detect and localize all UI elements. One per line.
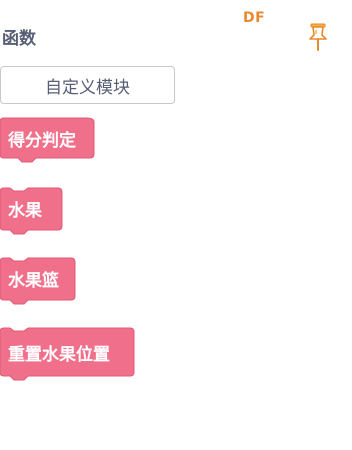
block-label: 得分判定: [8, 130, 76, 151]
block-fruit-basket[interactable]: 水果篮: [0, 257, 76, 306]
block-label: 水果: [8, 200, 42, 221]
block-label: 水果篮: [8, 270, 59, 291]
block-fruit[interactable]: 水果: [0, 187, 63, 236]
block-label: 重置水果位置: [8, 344, 110, 365]
df-logo: DF: [243, 10, 266, 26]
pin-icon[interactable]: [305, 20, 331, 54]
block-reset-fruit-position[interactable]: 重置水果位置: [0, 327, 135, 381]
block-score-judge[interactable]: 得分判定: [0, 117, 95, 164]
category-title: 函数: [2, 29, 36, 49]
make-block-button[interactable]: 自定义模块: [0, 66, 175, 104]
